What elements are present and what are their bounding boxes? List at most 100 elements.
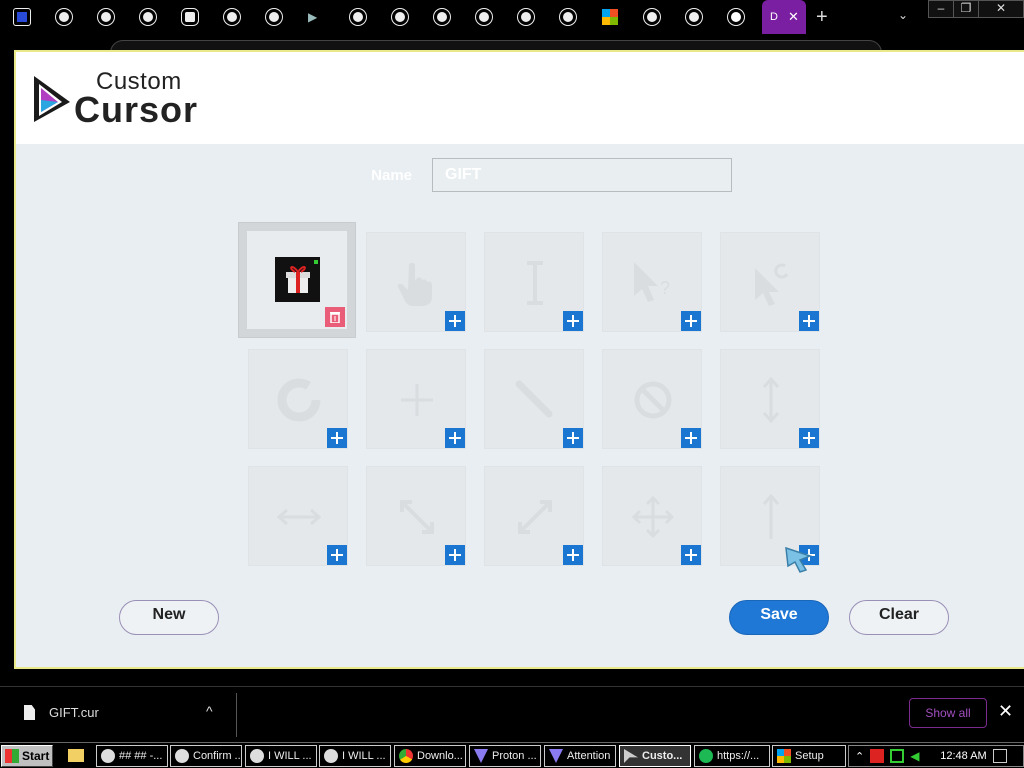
close-tab-icon[interactable]: ✕	[788, 9, 799, 25]
cursor-slot-precision[interactable]	[366, 349, 466, 449]
taskbar-item[interactable]: I WILL ...	[319, 745, 391, 767]
browser-tab[interactable]	[462, 4, 502, 30]
taskbar-item[interactable]: Proton ...	[469, 745, 541, 767]
browser-tab[interactable]	[378, 4, 418, 30]
tab-favicon-icon	[14, 9, 30, 25]
cursor-slot-link[interactable]	[366, 232, 466, 332]
minimize-icon[interactable]: ‒	[928, 0, 954, 18]
browser-tab[interactable]	[42, 4, 82, 30]
taskbar-item[interactable]: Downlo...	[394, 745, 466, 767]
restore-icon[interactable]: ❐	[953, 0, 979, 18]
browser-tab[interactable]	[210, 4, 250, 30]
add-cursor-button[interactable]	[445, 545, 465, 565]
browser-tab-active[interactable]: D ✕	[762, 0, 806, 34]
browser-tab[interactable]	[630, 4, 670, 30]
tab-favicon-icon	[98, 9, 114, 25]
tab-favicon-icon	[266, 9, 282, 25]
close-window-icon[interactable]: ✕	[978, 0, 1024, 18]
new-tab-button[interactable]: +	[816, 6, 828, 29]
cursor-slot-busy[interactable]	[248, 349, 348, 449]
taskbar-item[interactable]: ## ## -...	[96, 745, 168, 767]
start-button[interactable]: Start	[1, 745, 53, 767]
browser-tab[interactable]	[420, 4, 460, 30]
cursor-slot-vertical-resize[interactable]	[720, 349, 820, 449]
download-file-name[interactable]: GIFT.cur	[49, 705, 99, 720]
browser-tab[interactable]	[0, 4, 40, 30]
cursor-slot-move[interactable]	[602, 466, 702, 566]
add-cursor-button[interactable]	[327, 545, 347, 565]
taskbar-item[interactable]: I WILL ...	[245, 745, 317, 767]
microsoft-icon	[602, 9, 618, 25]
tab-favicon-icon	[518, 9, 534, 25]
cursor-slot-handwriting[interactable]	[484, 349, 584, 449]
tab-favicon-icon	[560, 9, 576, 25]
volume-icon[interactable]: ◀	[910, 749, 924, 763]
tray-expand-icon[interactable]: ⌃	[855, 750, 864, 763]
cursor-slot-diagonal-resize-2[interactable]	[484, 466, 584, 566]
add-cursor-button[interactable]	[799, 428, 819, 448]
proton-icon	[549, 749, 563, 763]
network-icon[interactable]	[890, 749, 905, 763]
browser-tab[interactable]	[168, 4, 208, 30]
save-button[interactable]: Save	[729, 600, 829, 635]
cursor-logo-icon	[34, 76, 70, 122]
arrow-working-icon	[755, 263, 789, 306]
add-cursor-button[interactable]	[563, 428, 583, 448]
browser-tab[interactable]	[336, 4, 376, 30]
delete-button[interactable]	[325, 307, 345, 327]
tab-favicon-icon	[644, 9, 660, 25]
cursor-slot-help[interactable]: ?	[602, 232, 702, 332]
clear-button[interactable]: Clear	[849, 600, 949, 635]
add-cursor-button[interactable]	[327, 428, 347, 448]
tab-search-icon[interactable]: ⌄	[898, 8, 908, 22]
add-cursor-button[interactable]	[563, 311, 583, 331]
browser-tab[interactable]	[126, 4, 166, 30]
setup-icon	[777, 749, 791, 763]
add-cursor-button[interactable]	[563, 545, 583, 565]
add-cursor-button[interactable]	[445, 428, 465, 448]
folder-icon[interactable]	[68, 749, 84, 762]
add-cursor-button[interactable]	[681, 545, 701, 565]
tab-favicon-icon	[56, 9, 72, 25]
chrome-icon	[101, 749, 115, 763]
tab-favicon-icon	[350, 9, 366, 25]
browser-tab[interactable]: ▶	[294, 4, 334, 30]
show-all-button[interactable]: Show all	[909, 698, 987, 728]
taskbar-item[interactable]: Confirm ...	[170, 745, 242, 767]
add-cursor-button[interactable]	[681, 311, 701, 331]
cursor-slot-text[interactable]	[484, 232, 584, 332]
browser-tab[interactable]	[252, 4, 292, 30]
chrome-icon	[434, 9, 450, 25]
taskbar-item-active[interactable]: Custo...	[619, 745, 691, 767]
cursor-slot-normal[interactable]	[238, 222, 356, 338]
taskbar-item[interactable]: Attention	[544, 745, 616, 767]
close-shelf-icon[interactable]: ✕	[998, 701, 1013, 722]
cursor-slot-horizontal-resize[interactable]	[248, 466, 348, 566]
mouse-pointer-icon	[785, 546, 813, 573]
cursor-slot-working[interactable]	[720, 232, 820, 332]
chevron-up-icon[interactable]: ^	[206, 703, 213, 719]
browser-tab-strip: ▶ D ✕ + ⌄ ‒ ❐ ✕	[0, 0, 1024, 34]
text-cursor-icon	[527, 261, 543, 305]
browser-tab[interactable]	[672, 4, 712, 30]
browser-tab[interactable]	[588, 4, 628, 30]
browser-tab[interactable]	[546, 4, 586, 30]
google-icon	[728, 9, 744, 25]
taskbar: Start ## ## -... Confirm ... I WILL ... …	[0, 742, 1024, 768]
proton-icon	[474, 749, 488, 763]
name-input[interactable]	[432, 158, 732, 192]
add-cursor-button[interactable]	[681, 428, 701, 448]
add-cursor-button[interactable]	[445, 311, 465, 331]
taskbar-item[interactable]: https://...	[694, 745, 770, 767]
flag-icon[interactable]	[870, 749, 885, 763]
taskbar-item[interactable]: Setup	[772, 745, 846, 767]
cursor-slot-diagonal-resize-1[interactable]	[366, 466, 466, 566]
divider	[236, 693, 237, 737]
add-cursor-button[interactable]	[799, 311, 819, 331]
browser-tab[interactable]	[84, 4, 124, 30]
notification-icon[interactable]	[992, 749, 1007, 763]
cursor-slot-unavailable[interactable]	[602, 349, 702, 449]
new-button[interactable]: New	[119, 600, 219, 635]
browser-tab[interactable]	[504, 4, 544, 30]
browser-tab[interactable]	[714, 4, 754, 30]
